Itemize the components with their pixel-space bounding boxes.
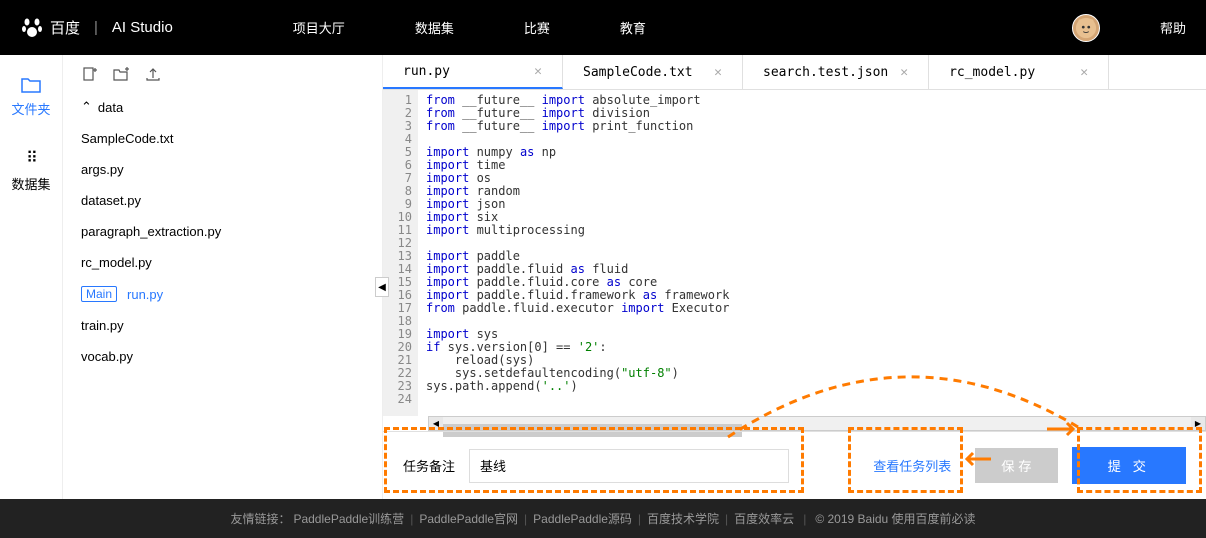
file-name: train.py [81,318,124,333]
code-editor[interactable]: 123456789101112131415161718192021222324 … [383,90,1206,416]
footer-link[interactable]: PaddlePaddle训练营 [293,512,404,526]
file-name: paragraph_extraction.py [81,224,221,239]
tab-samplecode[interactable]: SampleCode.txt ✕ [563,55,743,89]
tree-file[interactable]: vocab.py [75,341,370,372]
tab-search-test[interactable]: search.test.json ✕ [743,55,929,89]
file-name: rc_model.py [81,255,152,270]
new-folder-icon[interactable] [113,67,129,81]
collapse-handle[interactable]: ◀ [375,277,389,297]
file-explorer: ⌃ data SampleCode.txt args.py dataset.py… [63,55,382,499]
dataset-icon: ⠿ [26,148,36,168]
tree-file[interactable]: dataset.py [75,185,370,216]
file-tree: ⌃ data SampleCode.txt args.py dataset.py… [75,91,370,372]
chevron-down-icon: ⌃ [81,99,92,115]
help-link[interactable]: 帮助 [1160,18,1186,37]
code-line[interactable]: from __future__ import print_function [426,120,729,133]
header-right: 帮助 [1072,14,1186,42]
footer-link[interactable]: PaddlePaddle源码 [533,512,632,526]
tree-file[interactable]: SampleCode.txt [75,123,370,154]
tab-rcmodel[interactable]: rc_model.py ✕ [929,55,1109,89]
scroll-left-icon[interactable]: ◀ [429,417,443,430]
nav-education[interactable]: 教育 [620,18,646,37]
action-bar: 任务备注 查看任务列表 保 存 提 交 [383,431,1206,499]
file-toolbar [75,67,370,91]
save-button[interactable]: 保 存 [975,448,1057,483]
tab-label: run.py [403,64,450,79]
footer-link[interactable]: 百度效率云 [734,512,794,526]
tab-label: rc_model.py [949,65,1035,80]
left-sidebar: 文件夹 ⠿ 数据集 [0,55,63,499]
sidebar-tab-files[interactable]: 文件夹 [11,77,50,118]
file-name: dataset.py [81,193,141,208]
logo-text-baidu: 百度 [50,17,80,38]
main-badge: Main [81,286,117,302]
nav-dataset[interactable]: 数据集 [415,18,454,37]
code-line[interactable]: from paddle.fluid.executor import Execut… [426,302,729,315]
new-file-icon[interactable] [81,67,97,81]
tree-file-active[interactable]: Main run.py [75,278,370,310]
header: 百度 | AI Studio 项目大厅 数据集 比赛 教育 帮助 [0,0,1206,55]
horizontal-scrollbar[interactable]: ◀ ▶ [428,416,1206,431]
file-name: vocab.py [81,349,133,364]
editor-area: ◀ run.py ✕ SampleCode.txt ✕ search.test.… [382,55,1206,499]
tab-label: search.test.json [763,65,888,80]
logo[interactable]: 百度 | AI Studio [20,16,173,40]
footer-link[interactable]: PaddlePaddle官网 [419,512,518,526]
baidu-paw-icon [20,16,44,40]
code-content[interactable]: from __future__ import absolute_importfr… [418,90,729,416]
scroll-right-icon[interactable]: ▶ [1191,417,1205,430]
task-remark-input[interactable] [469,449,789,483]
tab-label: SampleCode.txt [583,65,693,80]
tree-file[interactable]: paragraph_extraction.py [75,216,370,247]
upload-icon[interactable] [145,67,161,81]
submit-button[interactable]: 提 交 [1072,447,1186,484]
tree-file[interactable]: train.py [75,310,370,341]
tree-file[interactable]: args.py [75,154,370,185]
code-line[interactable] [426,393,729,406]
folder-icon [21,77,41,93]
folder-name: data [98,100,123,115]
nav-project-hall[interactable]: 项目大厅 [293,18,345,37]
task-remark-label: 任务备注 [403,456,455,475]
nav-competition[interactable]: 比赛 [524,18,550,37]
view-task-list-link[interactable]: 查看任务列表 [863,456,961,475]
line-gutter: 123456789101112131415161718192021222324 [383,90,418,416]
file-name: SampleCode.txt [81,131,174,146]
sidebar-tab-dataset[interactable]: ⠿ 数据集 [11,148,50,193]
tab-run-py[interactable]: run.py ✕ [383,55,563,89]
logo-text-aistudio: AI Studio [112,19,173,36]
file-name: args.py [81,162,124,177]
logo-divider: | [94,19,98,36]
sidebar-tab-label: 数据集 [11,174,50,193]
tree-file[interactable]: rc_model.py [75,247,370,278]
footer-prefix: 友情链接： [230,510,290,527]
close-icon[interactable]: ✕ [1080,65,1088,80]
file-name: run.py [127,287,163,302]
editor-tabs: run.py ✕ SampleCode.txt ✕ search.test.js… [383,55,1206,90]
close-icon[interactable]: ✕ [714,65,722,80]
top-nav: 项目大厅 数据集 比赛 教育 [293,18,1072,37]
line-number: 24 [383,393,412,406]
footer-copyright: © 2019 Baidu 使用百度前必读 [815,510,975,527]
tree-folder-data[interactable]: ⌃ data [75,91,370,123]
close-icon[interactable]: ✕ [534,64,542,79]
close-icon[interactable]: ✕ [900,65,908,80]
sidebar-tab-label: 文件夹 [11,99,50,118]
avatar[interactable] [1072,14,1100,42]
code-line[interactable]: sys.path.append('..') [426,380,729,393]
code-line[interactable]: import multiprocessing [426,224,729,237]
footer-link[interactable]: 百度技术学院 [647,512,719,526]
avatar-face-icon [1075,17,1097,39]
footer: 友情链接： PaddlePaddle训练营|PaddlePaddle官网|Pad… [0,499,1206,538]
main-area: 文件夹 ⠿ 数据集 ⌃ data SampleCode.txt args.py … [0,55,1206,499]
